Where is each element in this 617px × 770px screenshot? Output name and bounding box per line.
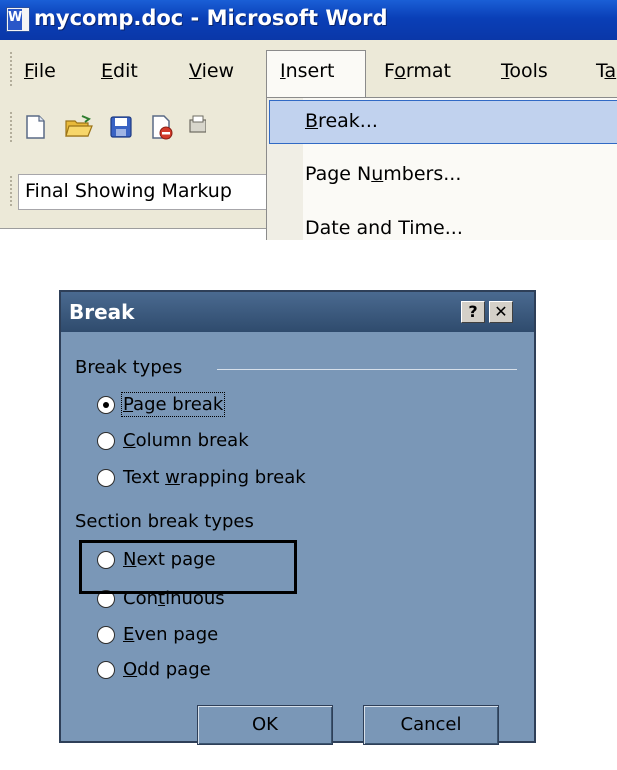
- dialog-title-bar: Break ? ✕: [61, 292, 534, 332]
- display-for-review-select[interactable]: Final Showing Markup: [18, 174, 268, 210]
- radio-odd-page[interactable]: [97, 661, 115, 679]
- menu-table[interactable]: Ta: [596, 60, 616, 82]
- menu-insert[interactable]: Insert: [280, 60, 335, 82]
- break-types-label: Break types: [75, 357, 183, 378]
- close-icon: ✕: [494, 302, 508, 321]
- break-types-divider: [217, 369, 517, 370]
- label-even-page: Even page: [123, 624, 219, 645]
- label-odd-page: Odd page: [123, 659, 211, 680]
- menu-item-page-numbers[interactable]: Page Numbers...: [305, 163, 461, 185]
- dialog-title: Break: [69, 300, 135, 324]
- menu-edit[interactable]: Edit: [101, 60, 138, 82]
- close-button[interactable]: ✕: [489, 301, 513, 323]
- radio-text-wrapping-break[interactable]: [97, 469, 115, 487]
- print-icon[interactable]: [186, 114, 206, 140]
- label-page-break: Page break: [120, 392, 226, 417]
- permission-icon[interactable]: [148, 114, 174, 140]
- help-button[interactable]: ?: [461, 301, 485, 323]
- word-icon-letter: W: [8, 10, 23, 25]
- menu-tools[interactable]: Tools: [501, 60, 548, 82]
- window-title: mycomp.doc - Microsoft Word: [34, 6, 388, 30]
- callout-highlight-box: [79, 540, 297, 594]
- menu-bar: File Edit View Insert Format Tools Ta: [0, 40, 617, 98]
- radio-page-break[interactable]: [97, 396, 115, 414]
- toolbar2-grip[interactable]: [10, 176, 14, 206]
- ok-button[interactable]: OK: [197, 705, 333, 745]
- menu-file[interactable]: File: [24, 60, 56, 82]
- insert-dropdown-menu: Break... Page Numbers... Date and Time..…: [266, 97, 617, 240]
- cancel-button[interactable]: Cancel: [363, 705, 499, 745]
- document-area-strip: [0, 228, 270, 240]
- word-window: W mycomp.doc - Microsoft Word File Edit …: [0, 0, 617, 240]
- radio-even-page[interactable]: [97, 626, 115, 644]
- save-disk-icon[interactable]: [108, 114, 134, 140]
- open-folder-icon[interactable]: [64, 114, 94, 140]
- toolbar-grip[interactable]: [10, 112, 14, 142]
- break-dialog: Break ? ✕ Break types Page break Column …: [59, 290, 536, 745]
- radio-column-break[interactable]: [97, 432, 115, 450]
- new-document-icon[interactable]: [22, 114, 48, 140]
- menubar-grip[interactable]: [10, 52, 14, 86]
- menu-item-date-and-time[interactable]: Date and Time...: [305, 217, 463, 239]
- label-text-wrapping-break: Text wrapping break: [123, 467, 306, 488]
- label-column-break: Column break: [123, 430, 249, 451]
- title-bar: W mycomp.doc - Microsoft Word: [0, 0, 617, 40]
- menu-view[interactable]: View: [189, 60, 234, 82]
- word-app-icon[interactable]: W: [6, 7, 30, 32]
- menu-item-break[interactable]: Break...: [305, 110, 378, 132]
- menu-format[interactable]: Format: [384, 60, 451, 82]
- section-break-types-label: Section break types: [75, 511, 254, 532]
